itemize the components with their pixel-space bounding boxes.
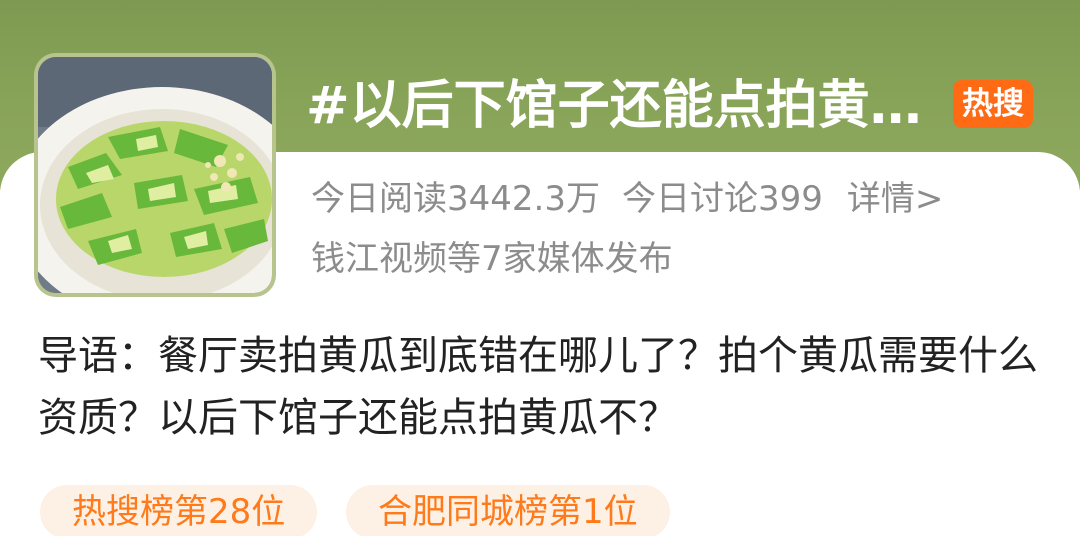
daily-reads-count: 今日阅读3442.3万 [311, 179, 600, 219]
hot-search-rank-tag[interactable]: 热搜榜第28位 [40, 485, 318, 536]
daily-discussion-count: 今日讨论399 [621, 179, 823, 219]
hot-search-badge: 热搜 [953, 80, 1033, 128]
topic-thumbnail[interactable] [34, 53, 276, 297]
details-link[interactable]: 详情> [847, 174, 944, 224]
media-publishers: 钱江视频等7家媒体发布 [311, 239, 673, 279]
city-rank-tag[interactable]: 合肥同城榜第1位 [346, 485, 670, 536]
smashed-cucumber-dish-photo [38, 57, 272, 293]
topic-intro: 导语：餐厅卖拍黄瓜到底错在哪儿了？拍个黄瓜需要什么资质？以后下馆子还能点拍黄瓜不… [38, 333, 1038, 441]
hot-topic-card-screen: #以后下馆子还能点拍黄… 热搜 今日阅读3442.3万 今日讨论399 详情> 钱江… [0, 0, 1080, 536]
topic-title[interactable]: #以后下馆子还能点拍黄… [306, 72, 946, 140]
topic-stats: 今日阅读3442.3万 今日讨论399 详情> [311, 174, 943, 224]
